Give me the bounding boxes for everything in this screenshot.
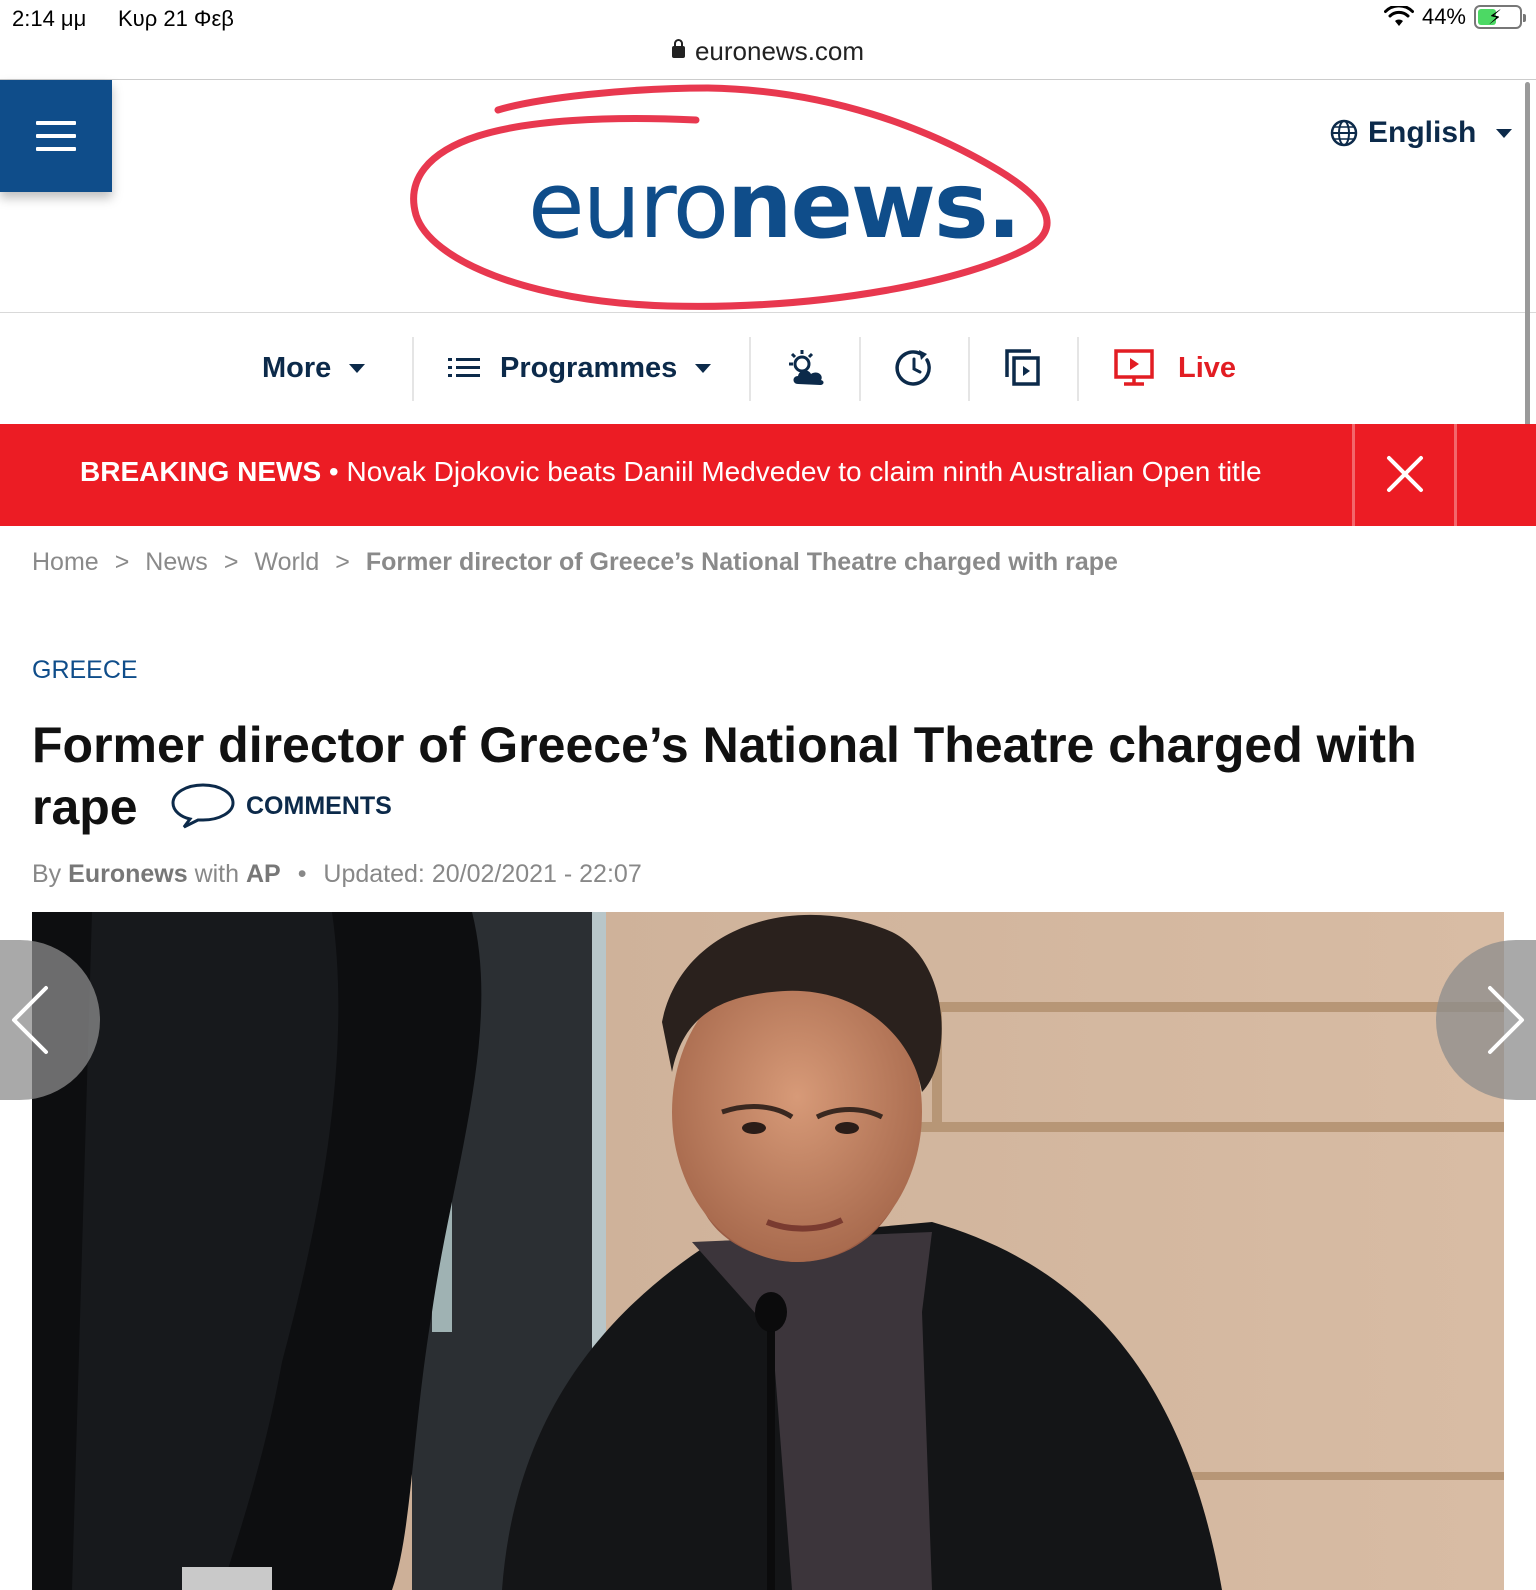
euronews-logo[interactable]: euronews.	[408, 80, 1058, 315]
copy-icon	[1005, 349, 1040, 386]
banner-divider	[1454, 424, 1457, 526]
nav-divider	[1077, 337, 1079, 401]
article-category[interactable]: GREECE	[32, 656, 138, 685]
chevron-down-icon	[1496, 128, 1513, 138]
nav-more-label: More	[262, 351, 332, 384]
battery-icon: ⚡	[1474, 5, 1526, 29]
breadcrumb-separator: >	[335, 548, 350, 576]
speech-bubble-icon	[171, 783, 235, 829]
breaking-news-bullet: •	[328, 456, 339, 487]
chevron-left-icon	[12, 986, 48, 1054]
breadcrumb-separator: >	[223, 548, 239, 576]
status-date: Κυρ 21 Φεβ	[118, 6, 234, 31]
status-right: 44% ⚡	[1383, 4, 1526, 30]
nav-divider	[968, 337, 970, 401]
language-selector[interactable]: English	[1330, 116, 1513, 150]
language-label: English	[1368, 116, 1477, 149]
list-icon	[448, 358, 480, 377]
byline-author[interactable]: Euronews	[68, 860, 187, 888]
lock-icon	[671, 39, 685, 58]
breadcrumb-home[interactable]: Home	[32, 548, 99, 577]
globe-icon	[1330, 119, 1358, 147]
nav-divider	[412, 337, 414, 401]
battery-percent: 44%	[1421, 4, 1466, 29]
breaking-news-text: BREAKING NEWS • Novak Djokovic beats Dan…	[80, 456, 1262, 488]
url-text: euronews.com	[694, 36, 865, 66]
breaking-news-label: BREAKING NEWS	[80, 456, 322, 487]
clock-icon	[895, 350, 931, 386]
nav-playlists[interactable]	[1005, 313, 1041, 423]
breaking-news-banner[interactable]: BREAKING NEWS • Novak Djokovic beats Dan…	[0, 424, 1536, 526]
nav-divider	[749, 337, 751, 401]
nav-latest[interactable]	[894, 313, 934, 423]
breadcrumb-world[interactable]: World	[254, 548, 319, 577]
main-nav: More Programmes Live	[0, 313, 1536, 423]
nav-divider	[859, 337, 861, 401]
byline-agency: AP	[246, 860, 281, 888]
weather-icon	[789, 350, 824, 385]
breadcrumb-separator: >	[114, 548, 130, 576]
breadcrumb: Home > News > World > Former director of…	[32, 548, 1118, 577]
breadcrumb-current: Former director of Greece’s National The…	[365, 548, 1118, 576]
close-icon[interactable]	[1383, 452, 1427, 496]
banner-divider	[1352, 424, 1355, 526]
nav-live-label: Live	[1178, 351, 1237, 384]
article-hero-image[interactable]	[32, 912, 1504, 1590]
hero-photo	[32, 912, 1504, 1590]
nav-programmes-label: Programmes	[500, 351, 678, 384]
nav-programmes[interactable]: Programmes	[448, 313, 712, 423]
wifi-icon	[1383, 6, 1414, 26]
chevron-down-icon	[349, 363, 366, 373]
breaking-news-headline[interactable]: Novak Djokovic beats Daniil Medvedev to …	[347, 456, 1262, 487]
chevron-right-icon	[1488, 986, 1524, 1054]
tv-play-icon	[1114, 349, 1154, 386]
breadcrumb-news[interactable]: News	[145, 548, 208, 577]
carousel-next-button[interactable]	[1436, 940, 1536, 1100]
updated-timestamp: Updated: 20/02/2021 - 22:07	[323, 860, 642, 888]
hamburger-menu-button[interactable]	[0, 80, 112, 192]
nav-weather[interactable]	[784, 313, 828, 423]
logo-wordmark: euronews.	[528, 152, 1022, 259]
nav-live[interactable]: Live	[1114, 313, 1236, 423]
article-byline: By Euronews with AP • Updated: 20/02/202…	[32, 860, 642, 888]
comments-label: COMMENTS	[246, 791, 392, 820]
comments-link[interactable]: COMMENTS	[170, 782, 392, 830]
carousel-prev-button[interactable]	[0, 940, 100, 1100]
status-bar: 2:14 μμ Κυρ 21 Φεβ 44% ⚡	[0, 0, 1536, 40]
status-time: 2:14 μμ	[12, 6, 87, 31]
chevron-down-icon	[695, 363, 712, 373]
nav-more[interactable]: More	[262, 313, 366, 423]
address-bar[interactable]: euronews.com	[0, 36, 1536, 67]
